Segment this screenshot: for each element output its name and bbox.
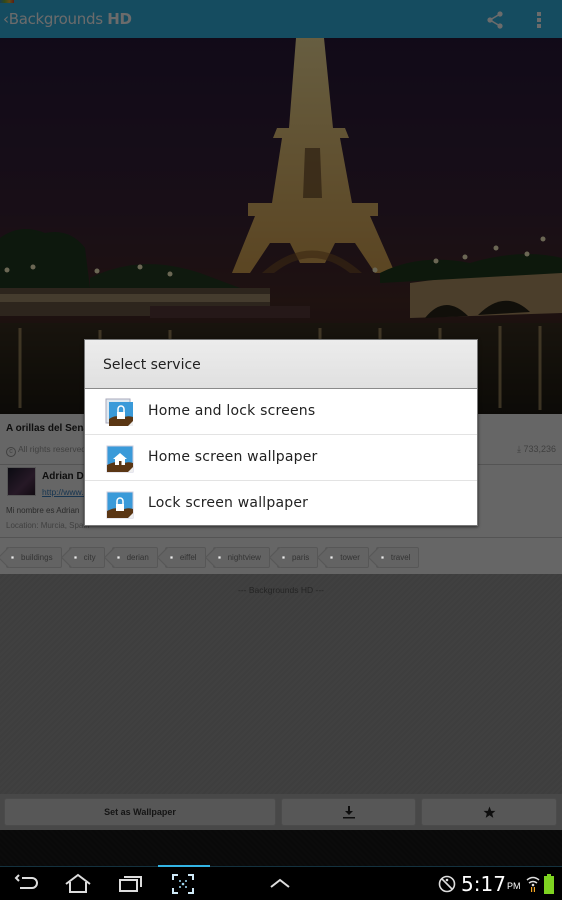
dialog-title: Select service: [103, 357, 201, 373]
lock-wallpaper-icon: [106, 491, 134, 519]
system-navigation-bar: 5:17 PM: [0, 865, 562, 900]
tag-label: paris: [291, 553, 310, 562]
select-service-dialog: Select service Home and lock screens Hom…: [84, 339, 478, 526]
dialog-header: Select service: [85, 340, 477, 389]
dialog-option-lock-screen[interactable]: Lock screen wallpaper: [85, 481, 477, 527]
back-icon[interactable]: [14, 874, 40, 894]
tag-label: buildings: [21, 553, 53, 562]
tag-hole-icon: [116, 556, 120, 559]
dialog-option-home-screen[interactable]: Home screen wallpaper: [85, 435, 477, 481]
active-indicator: [158, 865, 210, 867]
screenshot-icon[interactable]: [171, 873, 195, 895]
tag-label: travel: [390, 553, 411, 562]
tag-label: city: [83, 553, 96, 562]
recent-apps-icon[interactable]: [118, 874, 144, 894]
tag-hole-icon: [73, 556, 77, 559]
dialog-option-home-and-lock[interactable]: Home and lock screens: [85, 389, 477, 435]
tag-label: tower: [340, 553, 360, 562]
tag-hole-icon: [217, 556, 221, 559]
tag-hole-icon: [169, 556, 173, 559]
dialog-option-label: Home screen wallpaper: [148, 449, 318, 465]
tag-hole-icon: [380, 556, 384, 559]
battery-icon: [544, 874, 554, 894]
tag-label: derian: [126, 553, 149, 562]
home-wallpaper-icon: [106, 445, 134, 473]
clock-ampm: PM: [507, 881, 521, 891]
home-lock-wallpaper-icon: [105, 398, 133, 426]
accessibility-status-icon: [438, 875, 456, 893]
app-screen: ‹Backgrounds HD: [0, 0, 562, 866]
clock-time: 5:17: [461, 872, 506, 896]
tag-label: eiffel: [179, 553, 197, 562]
home-icon[interactable]: [64, 873, 92, 895]
tag-hole-icon: [11, 556, 14, 559]
chevron-up-icon[interactable]: [268, 877, 292, 889]
dialog-option-label: Home and lock screens: [148, 403, 316, 419]
tag-label: nightview: [227, 553, 261, 562]
dialog-option-label: Lock screen wallpaper: [148, 495, 309, 511]
wifi-icon: [526, 876, 540, 892]
tag-hole-icon: [281, 556, 285, 559]
